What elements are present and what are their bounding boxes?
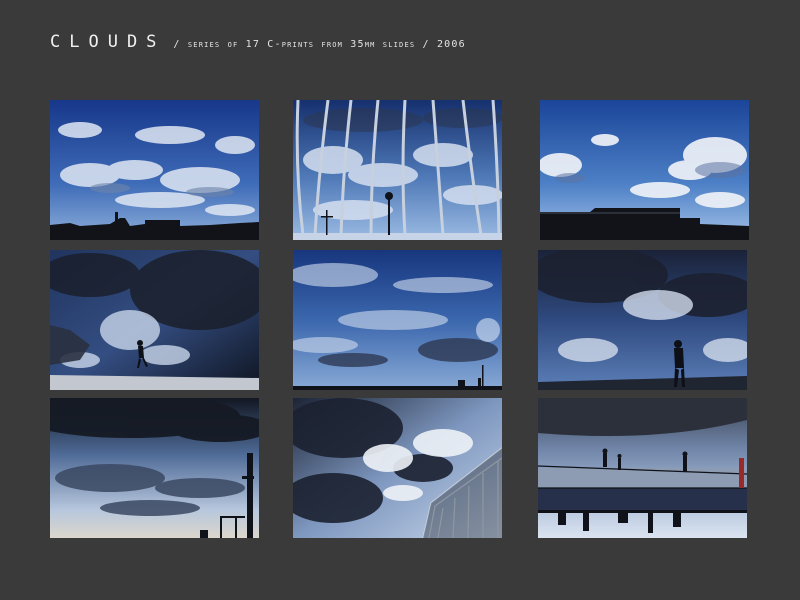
photo-image (50, 250, 259, 390)
photo-thumbnail[interactable] (50, 250, 259, 390)
photo-image (538, 250, 747, 390)
photo-thumbnail[interactable] (50, 100, 259, 240)
photo-image (293, 398, 502, 538)
photo-image (293, 100, 502, 240)
photo-thumbnail[interactable] (538, 398, 747, 538)
photo-thumbnail[interactable] (540, 100, 749, 240)
page-subtitle: / series of 17 C-prints from 35mm slides… (173, 39, 466, 50)
photo-thumbnail[interactable] (293, 250, 502, 390)
page-title: CLOUDS (50, 32, 166, 52)
photo-thumbnail[interactable] (293, 398, 502, 538)
photo-image (293, 250, 502, 390)
photo-thumbnail[interactable] (538, 250, 747, 390)
photo-thumbnail[interactable] (50, 398, 259, 538)
photo-thumbnail[interactable] (293, 100, 502, 240)
photo-image (538, 398, 747, 538)
photo-image (50, 100, 259, 240)
photo-image (540, 100, 749, 240)
photo-image (50, 398, 259, 538)
page-header: CLOUDS / series of 17 C-prints from 35mm… (50, 32, 466, 56)
